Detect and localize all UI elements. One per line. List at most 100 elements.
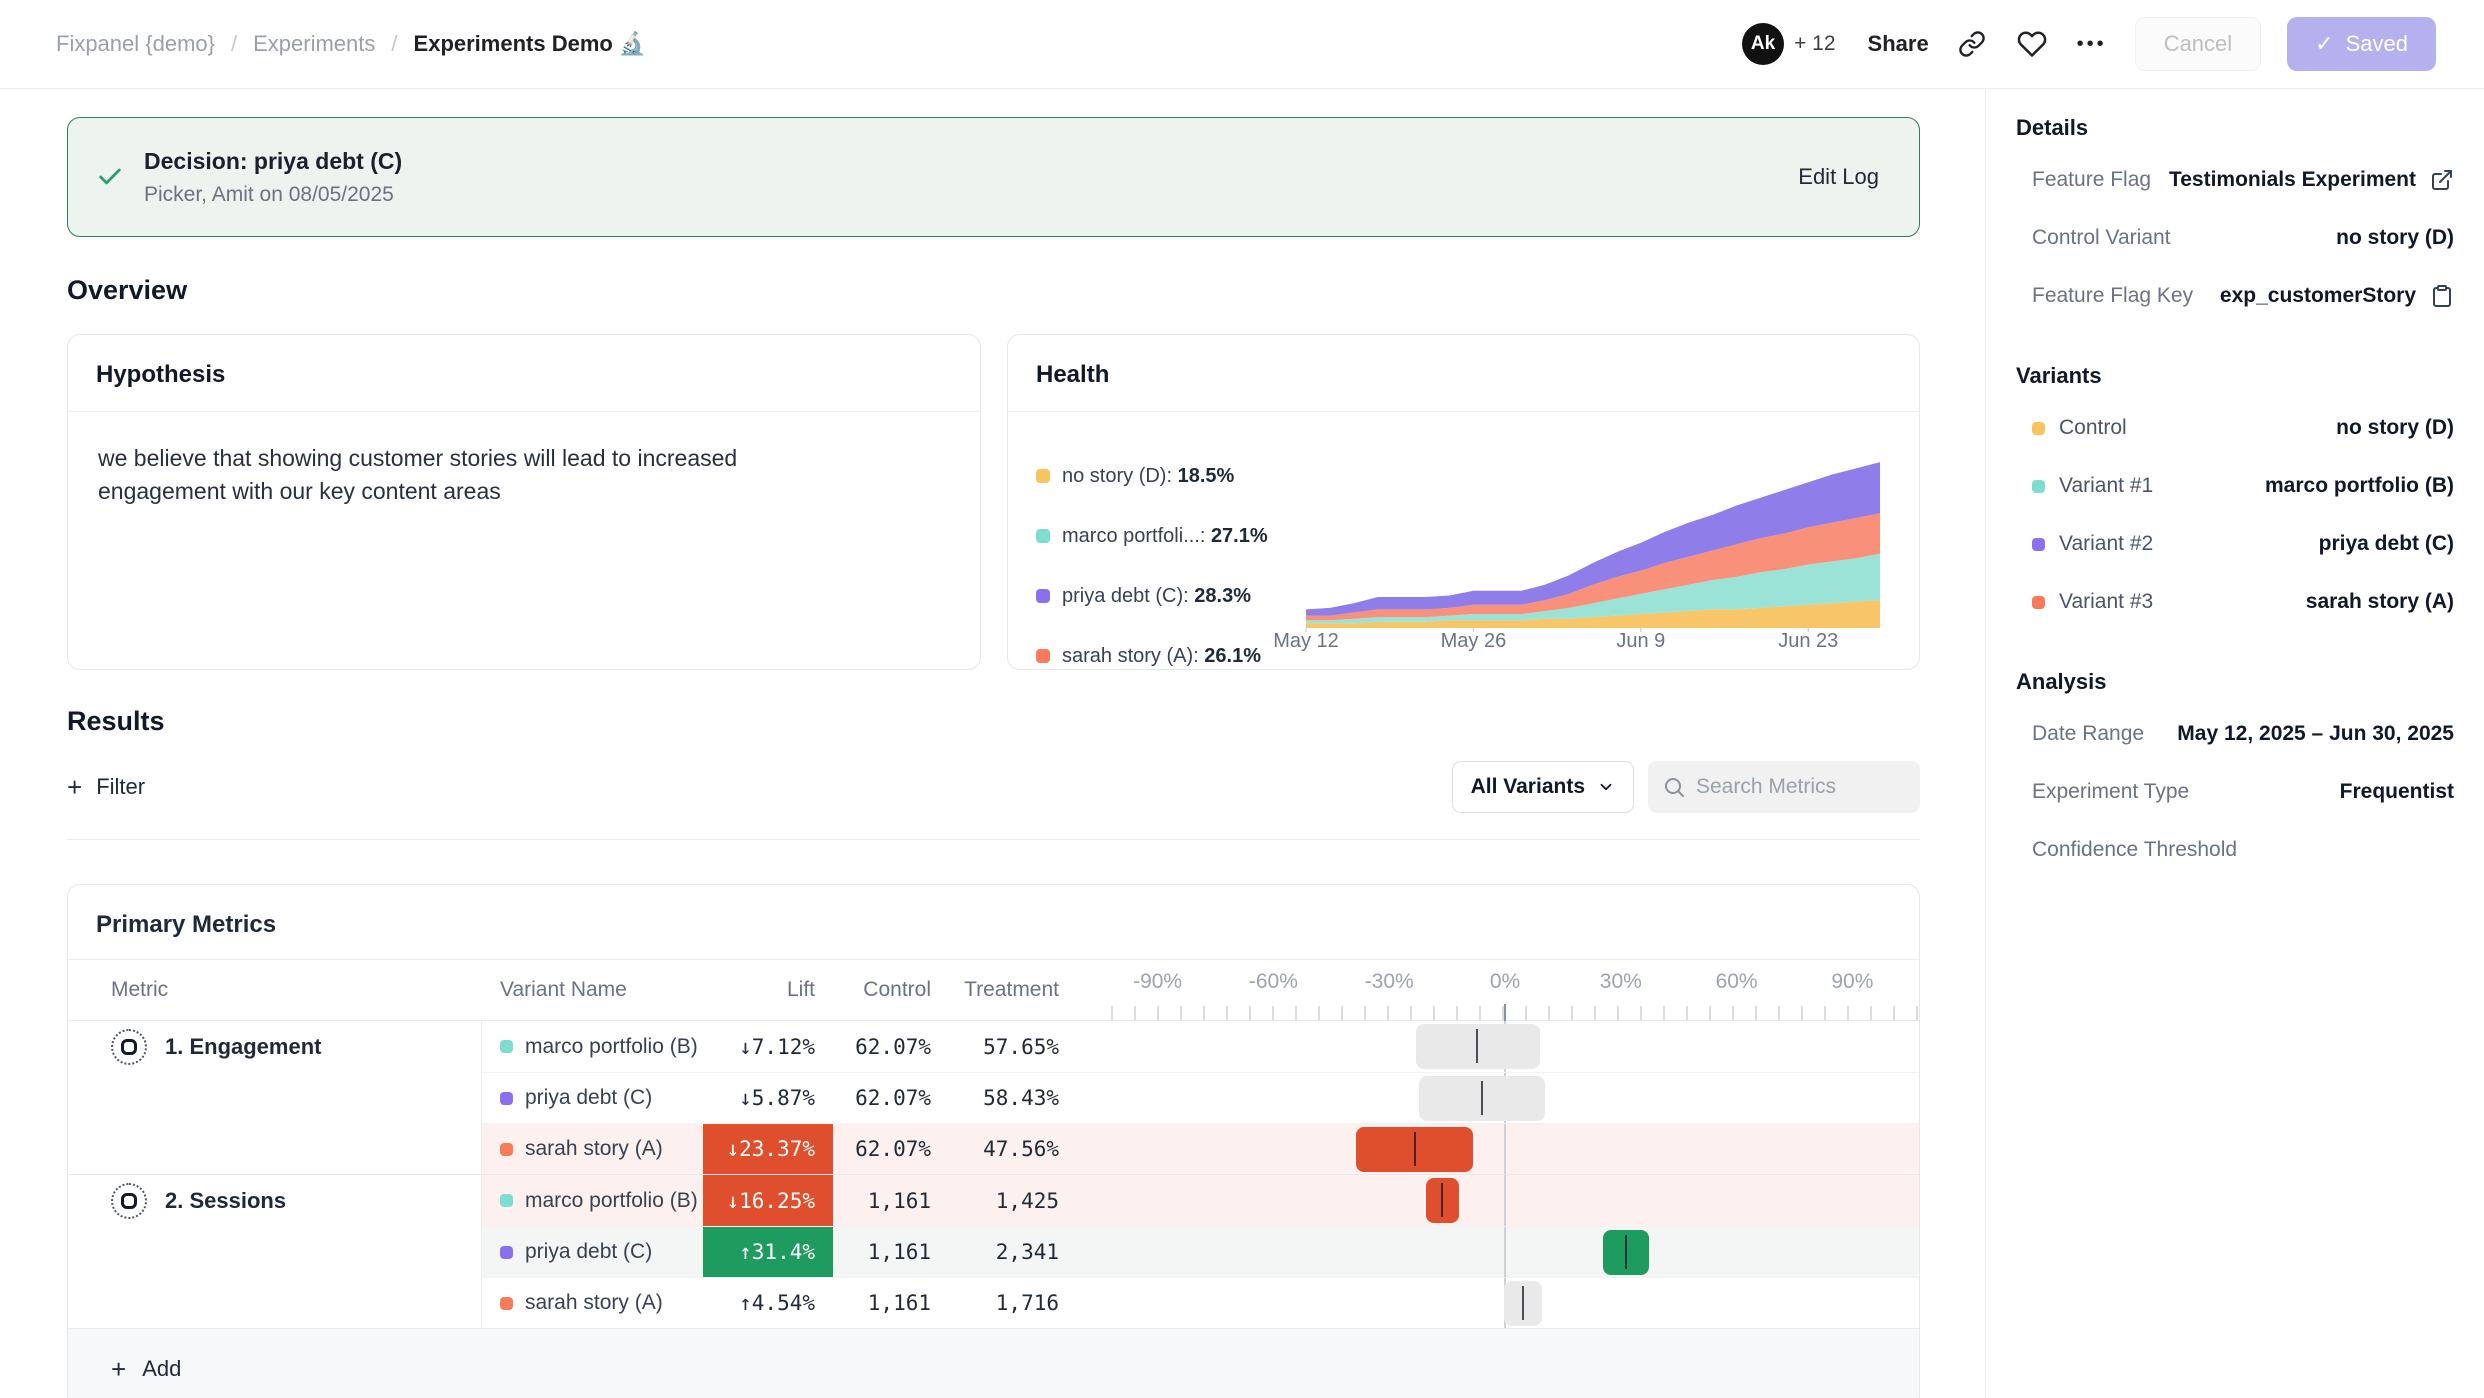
link-icon[interactable] — [1955, 27, 1989, 61]
external-link-icon[interactable] — [2430, 168, 2454, 192]
metric-group: 2. Sessionsmarco portfolio (B)↓16.25%1,1… — [68, 1174, 1919, 1328]
row-label: Experiment Type — [2032, 780, 2189, 804]
share-button[interactable]: Share — [1868, 31, 1929, 57]
saved-button[interactable]: ✓ Saved — [2287, 17, 2436, 71]
metric-cell — [68, 1123, 482, 1174]
section-title: Details — [2016, 115, 2454, 141]
row-label: Confidence Threshold — [2032, 838, 2237, 862]
control-cell: 62.07% — [833, 1123, 949, 1174]
variant-cell: marco portfolio (B) — [482, 1021, 703, 1072]
legend-item[interactable]: marco portfoli...: 27.1% — [1036, 506, 1298, 566]
lift-cell: ↓7.12% — [703, 1021, 833, 1072]
sidebar-row: Variant #1marco portfolio (B) — [2016, 457, 2454, 515]
row-value: no story (D) — [2336, 226, 2454, 250]
variant-swatch — [500, 1040, 513, 1053]
decision-check-icon — [96, 163, 124, 191]
variant-swatch — [2032, 480, 2045, 493]
lift-point-tick — [1625, 1235, 1627, 1269]
row-label: Control Variant — [2032, 226, 2171, 250]
lift-point-tick — [1414, 1132, 1416, 1166]
main-content: Decision: priya debt (C) Picker, Amit on… — [0, 89, 1985, 1398]
decision-subtitle: Picker, Amit on 08/05/2025 — [144, 183, 402, 207]
breadcrumb-current: Experiments Demo 🔬 — [414, 31, 647, 57]
sidebar-row: Controlno story (D) — [2016, 399, 2454, 457]
breadcrumb-experiments[interactable]: Experiments — [253, 31, 375, 57]
section-title: Analysis — [2016, 669, 2454, 695]
legend-item[interactable]: sarah story (A): 26.1% — [1036, 626, 1298, 686]
lift-point-tick — [1441, 1183, 1443, 1217]
table-row[interactable]: 2. Sessionsmarco portfolio (B)↓16.25%1,1… — [68, 1175, 1919, 1226]
row-value: Frequentist — [2340, 780, 2454, 804]
variant-name: sarah story (A) — [525, 1291, 663, 1315]
control-cell: 1,161 — [833, 1277, 949, 1328]
variant-cell: priya debt (C) — [482, 1226, 703, 1277]
row-value: sarah story (A) — [2306, 590, 2454, 614]
treatment-cell: 2,341 — [949, 1226, 1077, 1277]
axis-label: 30% — [1600, 970, 1642, 994]
primary-metrics-card: Primary Metrics Metric Variant Name Lift… — [67, 884, 1920, 1398]
hypothesis-title: Hypothesis — [96, 361, 225, 388]
breadcrumb-separator: / — [391, 31, 397, 57]
sidebar-row: Control Variant no story (D) — [2016, 209, 2454, 267]
variants-dropdown[interactable]: All Variants — [1452, 761, 1634, 813]
variant-name: sarah story (A) — [525, 1137, 663, 1161]
variant-cell: priya debt (C) — [482, 1072, 703, 1123]
edit-log-button[interactable]: Edit Log — [1798, 164, 1879, 190]
metric-cell: 2. Sessions — [68, 1175, 482, 1226]
primary-metrics-title: Primary Metrics — [68, 885, 1919, 960]
variant-name: marco portfolio (B) — [525, 1035, 698, 1059]
metric-cell — [68, 1277, 482, 1328]
variant-cell: sarah story (A) — [482, 1277, 703, 1328]
legend-label: no story (D): 18.5% — [1062, 465, 1234, 488]
treatment-cell: 1,425 — [949, 1175, 1077, 1226]
table-row[interactable]: sarah story (A)↑4.54%1,1611,716 — [68, 1277, 1919, 1328]
ci-chart-cell — [1111, 1175, 1920, 1226]
variant-swatch — [500, 1246, 513, 1259]
lift-axis: -90%-60%-30%0%30%60%90% — [1111, 960, 1920, 1020]
lift-cell: ↓5.87% — [703, 1072, 833, 1123]
table-row[interactable]: sarah story (A)↓23.37%62.07%47.56% — [68, 1123, 1919, 1174]
add-metric-button[interactable]: + Add — [68, 1328, 1919, 1398]
legend-item[interactable]: no story (D): 18.5% — [1036, 446, 1298, 506]
axis-ruler — [1111, 1006, 1920, 1020]
treatment-cell: 1,716 — [949, 1277, 1077, 1328]
confidence-interval-bar — [1419, 1076, 1545, 1121]
legend-swatch — [1036, 649, 1050, 663]
breadcrumb-project[interactable]: Fixpanel {demo} — [56, 31, 215, 57]
variant-swatch — [2032, 422, 2045, 435]
legend-item[interactable]: priya debt (C): 28.3% — [1036, 566, 1298, 626]
search-metrics-input[interactable] — [1648, 761, 1920, 813]
section-title: Variants — [2016, 363, 2454, 389]
add-filter-button[interactable]: + Filter — [67, 774, 145, 800]
ci-chart-cell — [1111, 1021, 1920, 1072]
health-area-chart: May 12May 26Jun 9Jun 23 — [1298, 432, 1908, 686]
table-row[interactable]: priya debt (C)↑31.4%1,1612,341 — [68, 1226, 1919, 1277]
favorite-heart-icon[interactable] — [2015, 27, 2049, 61]
collaborators-count[interactable]: + 12 — [1794, 32, 1835, 56]
cancel-button[interactable]: Cancel — [2135, 17, 2261, 71]
clipboard-icon[interactable] — [2430, 284, 2454, 308]
more-options-button[interactable]: ••• — [2075, 27, 2109, 61]
variant-swatch — [500, 1092, 513, 1105]
sidebar-row: Variant #3sarah story (A) — [2016, 573, 2454, 631]
axis-label: -60% — [1249, 970, 1298, 994]
control-cell: 62.07% — [833, 1021, 949, 1072]
avatar[interactable]: Ak — [1742, 23, 1784, 65]
row-label: Date Range — [2032, 722, 2144, 746]
col-lift: Lift — [703, 978, 833, 1002]
metric-target-icon — [111, 1183, 147, 1219]
sidebar-section-analysis: AnalysisDate RangeMay 12, 2025 – Jun 30,… — [2016, 669, 2454, 879]
metric-cell — [68, 1072, 482, 1123]
row-value: marco portfolio (B) — [2265, 474, 2454, 498]
stacked-area-chart — [1298, 432, 1908, 632]
health-title: Health — [1036, 361, 1109, 388]
col-control: Control — [833, 978, 949, 1002]
legend-swatch — [1036, 469, 1050, 483]
table-row[interactable]: 1. Engagementmarco portfolio (B)↓7.12%62… — [68, 1021, 1919, 1072]
row-label: Feature Flag — [2032, 168, 2151, 192]
lift-point-tick — [1476, 1029, 1478, 1063]
sidebar-row: Experiment Type Frequentist — [2016, 763, 2454, 821]
sidebar-row: Feature FlagTestimonials Experiment — [2016, 151, 2454, 209]
table-row[interactable]: priya debt (C)↓5.87%62.07%58.43% — [68, 1072, 1919, 1123]
ci-chart-cell — [1111, 1226, 1920, 1277]
